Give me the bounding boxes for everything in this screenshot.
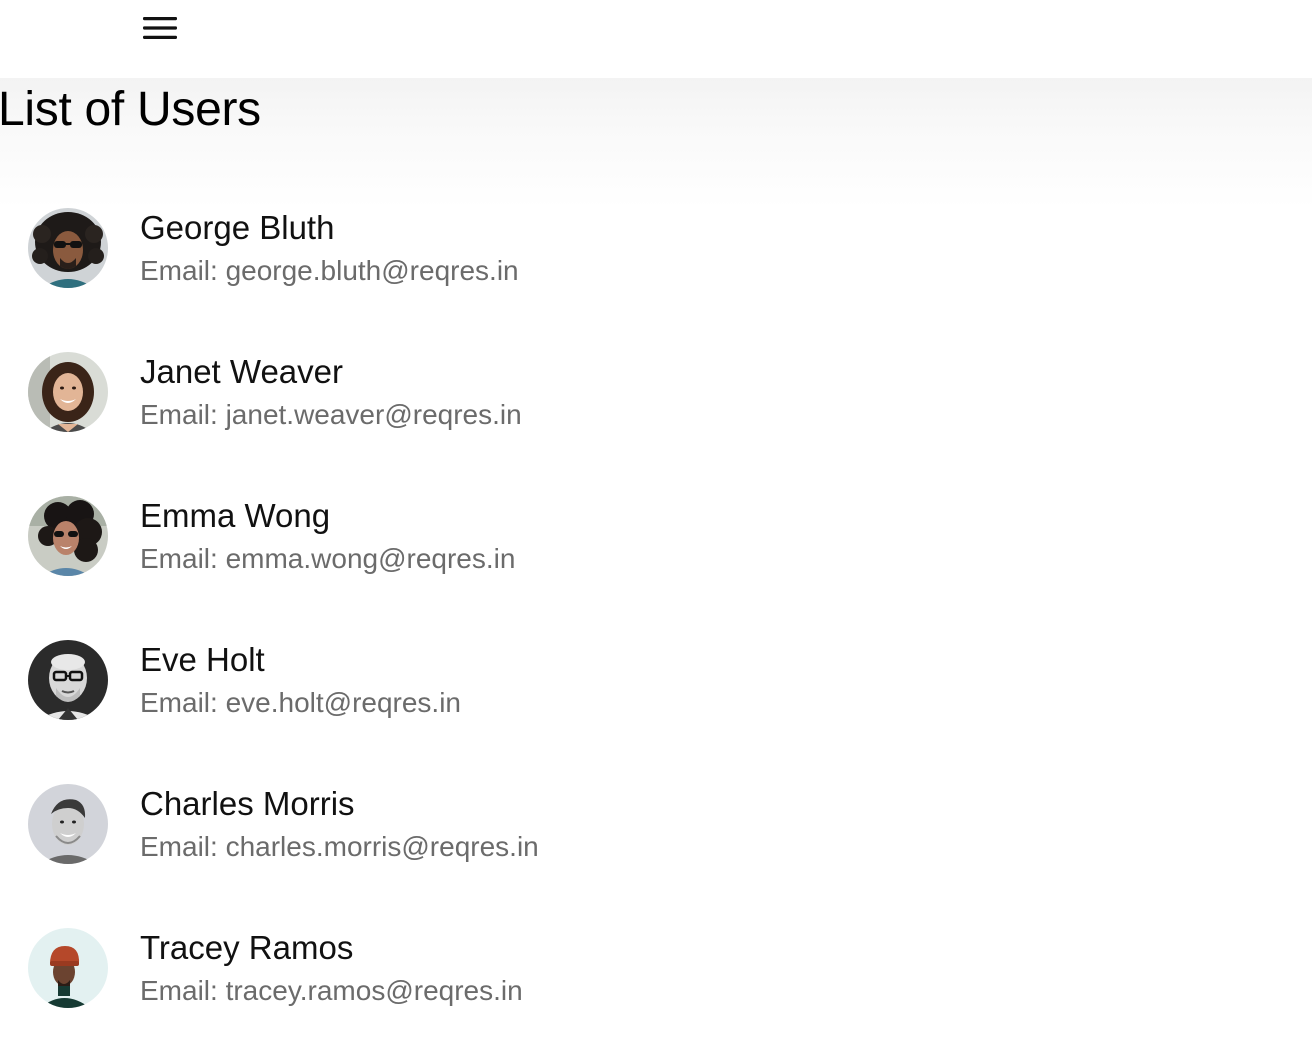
user-name: Emma Wong (140, 497, 331, 534)
avatar-janet-weaver (28, 352, 108, 432)
user-name: Janet Weaver (140, 353, 343, 390)
user-email: Email: eve.holt@reqres.in (140, 687, 462, 718)
user-email: Email: tracey.ramos@reqres.in (140, 975, 523, 1006)
user-list-item[interactable]: Eve Holt Email: eve.holt@reqres.in (0, 618, 1312, 762)
avatar-emma-wong (28, 496, 108, 576)
hamburger-menu-icon (143, 17, 177, 39)
avatar-tracey-ramos (28, 928, 108, 1008)
user-name: George Bluth (140, 209, 335, 246)
avatar-eve-holt (28, 640, 108, 720)
avatar-george-bluth (28, 208, 108, 288)
user-list: George Bluth Email: george.bluth@reqres.… (0, 186, 1312, 1050)
avatar-charles-morris (28, 784, 108, 864)
user-list-item[interactable]: George Bluth Email: george.bluth@reqres.… (0, 186, 1312, 330)
user-list-item[interactable]: Charles Morris Email: charles.morris@req… (0, 762, 1312, 906)
user-email: Email: janet.weaver@reqres.in (140, 399, 522, 430)
user-list-item[interactable]: Tracey Ramos Email: tracey.ramos@reqres.… (0, 906, 1312, 1050)
user-email: Email: emma.wong@reqres.in (140, 543, 516, 574)
user-name: Tracey Ramos (140, 929, 354, 966)
page-title: List of Users (0, 83, 261, 136)
user-name: Eve Holt (140, 641, 265, 678)
user-email: Email: george.bluth@reqres.in (140, 255, 519, 286)
user-name: Charles Morris (140, 785, 355, 822)
menu-button[interactable] (138, 10, 182, 46)
user-list-item[interactable]: Emma Wong Email: emma.wong@reqres.in (0, 474, 1312, 618)
user-list-item[interactable]: Janet Weaver Email: janet.weaver@reqres.… (0, 330, 1312, 474)
user-email: Email: charles.morris@reqres.in (140, 831, 539, 862)
top-bar (0, 0, 1312, 78)
